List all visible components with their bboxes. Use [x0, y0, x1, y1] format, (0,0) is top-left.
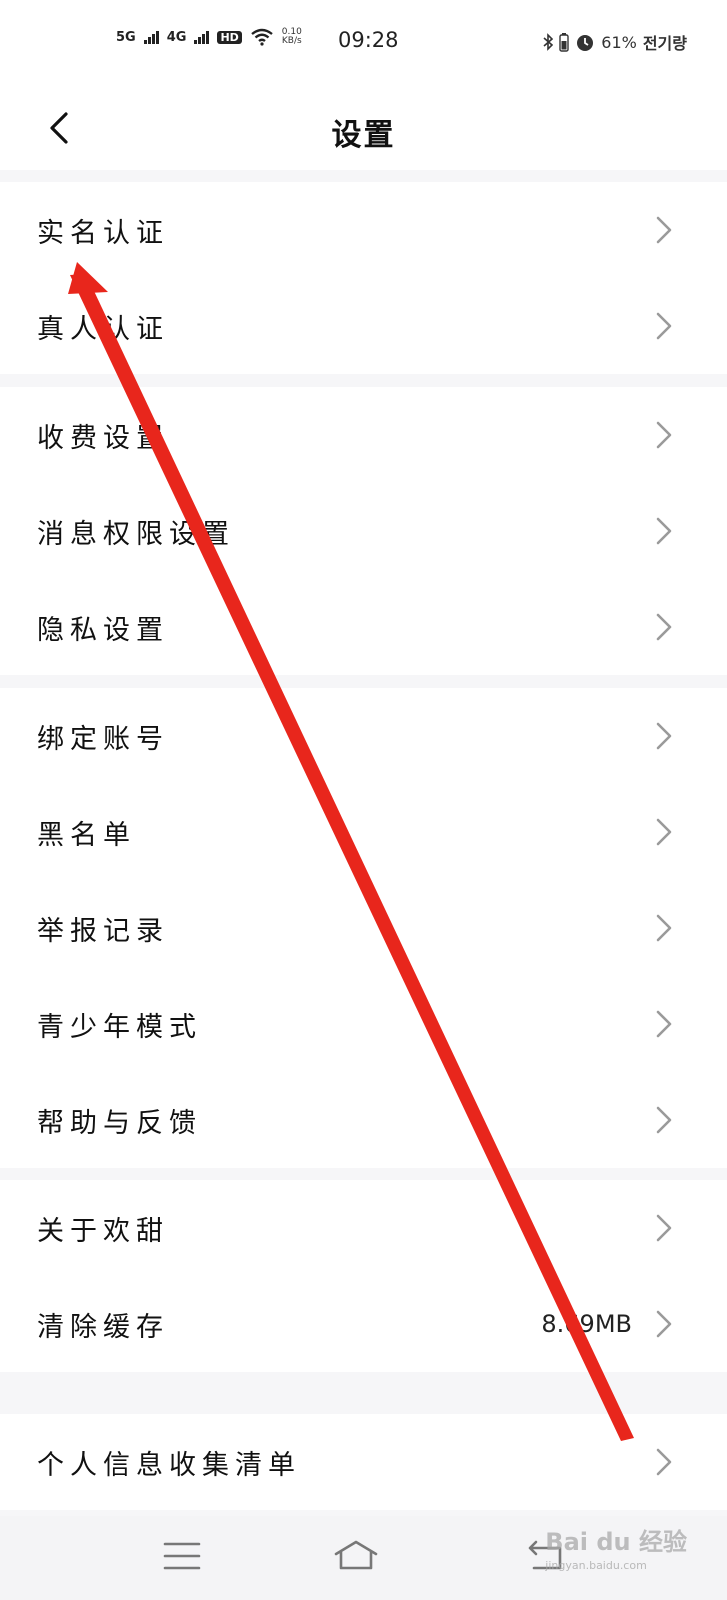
settings-row-help-feedback[interactable]: 帮助与反馈 [0, 1072, 727, 1168]
chevron-right-icon [656, 216, 672, 244]
network-4g-label: 4G [166, 29, 187, 45]
carrier-suffix: 전기량 [642, 34, 687, 53]
row-label: 关于欢甜 [37, 1215, 169, 1247]
chevron-right-icon [656, 722, 672, 750]
chevron-right-icon [656, 914, 672, 942]
chevron-right-icon [656, 1010, 672, 1038]
settings-row-bind-account[interactable]: 绑定账号 [0, 688, 727, 784]
hd-badge: HD [217, 30, 242, 44]
row-label: 黑名单 [37, 819, 136, 851]
baidu-watermark: Bai du 经验 jingyan.baidu.com [545, 1522, 687, 1572]
battery-percent: 61% [601, 32, 637, 52]
chevron-right-icon [656, 312, 672, 340]
net-speed: 0.10 KB/s [282, 28, 302, 46]
chevron-right-icon [656, 1214, 672, 1242]
battery-icon [559, 33, 569, 52]
settings-row-personal-info-list[interactable]: 个人信息收集清单 [0, 1414, 727, 1510]
settings-row-message-permission[interactable]: 消息权限设置 [0, 483, 727, 579]
signal-2-icon [194, 30, 210, 44]
watermark-url: jingyan.baidu.com [545, 1559, 647, 1572]
chevron-right-icon [656, 421, 672, 449]
menu-icon[interactable] [158, 1536, 206, 1576]
settings-group-1: 实名认证 真人认证 [0, 182, 727, 374]
row-label: 隐私设置 [37, 614, 169, 646]
row-label: 个人信息收集清单 [37, 1449, 301, 1481]
row-label: 绑定账号 [37, 723, 169, 755]
chevron-right-icon [656, 1310, 672, 1338]
settings-row-teen-mode[interactable]: 青少年模式 [0, 976, 727, 1072]
status-bar: 5G 4G HD 0.10 KB/s 09:28 61% 전기량 [0, 0, 727, 84]
settings-row-blacklist[interactable]: 黑名单 [0, 784, 727, 880]
page-title: 设置 [331, 118, 396, 153]
row-label: 消息权限设置 [37, 518, 235, 550]
row-label: 青少年模式 [37, 1011, 202, 1043]
row-label: 收费设置 [37, 422, 169, 454]
signal-1-icon [143, 30, 159, 44]
cache-size-value: 8.69MB [541, 1310, 632, 1338]
row-label: 实名认证 [37, 217, 169, 249]
network-5g-label: 5G [116, 29, 136, 45]
status-right: 61% 전기량 [543, 30, 687, 54]
row-label: 真人认证 [37, 313, 169, 345]
settings-row-privacy[interactable]: 隐私设置 [0, 579, 727, 675]
settings-group-5: 个人信息收集清单 [0, 1414, 727, 1510]
chevron-right-icon [656, 1448, 672, 1476]
title-bar: 设置 [0, 84, 727, 170]
watermark-brand: Bai du 经验 [545, 1528, 687, 1556]
home-icon[interactable] [332, 1536, 380, 1576]
chevron-right-icon [656, 818, 672, 846]
settings-group-3: 绑定账号 黑名单 举报记录 青少年模式 帮助与反馈 [0, 688, 727, 1168]
settings-row-realname[interactable]: 实名认证 [0, 182, 727, 278]
net-speed-unit: KB/s [281, 36, 302, 46]
bluetooth-icon [543, 33, 554, 51]
settings-row-charge[interactable]: 收费设置 [0, 387, 727, 483]
row-label: 举报记录 [37, 915, 169, 947]
settings-group-2: 收费设置 消息权限设置 隐私设置 [0, 387, 727, 675]
chevron-right-icon [656, 517, 672, 545]
settings-row-about[interactable]: 关于欢甜 [0, 1180, 727, 1276]
clock: 09:28 [338, 28, 399, 52]
alarm-icon [577, 35, 594, 51]
row-label: 清除缓存 [37, 1311, 169, 1343]
wifi-icon [251, 28, 273, 46]
settings-row-face-verify[interactable]: 真人认证 [0, 278, 727, 374]
chevron-right-icon [656, 1106, 672, 1134]
row-label: 帮助与反馈 [37, 1107, 202, 1139]
settings-row-clear-cache[interactable]: 清除缓存 8.69MB [0, 1276, 727, 1372]
status-left: 5G 4G HD 0.10 KB/s [116, 28, 302, 46]
settings-row-report-records[interactable]: 举报记录 [0, 880, 727, 976]
settings-group-4: 关于欢甜 清除缓存 8.69MB [0, 1180, 727, 1372]
chevron-right-icon [656, 613, 672, 641]
